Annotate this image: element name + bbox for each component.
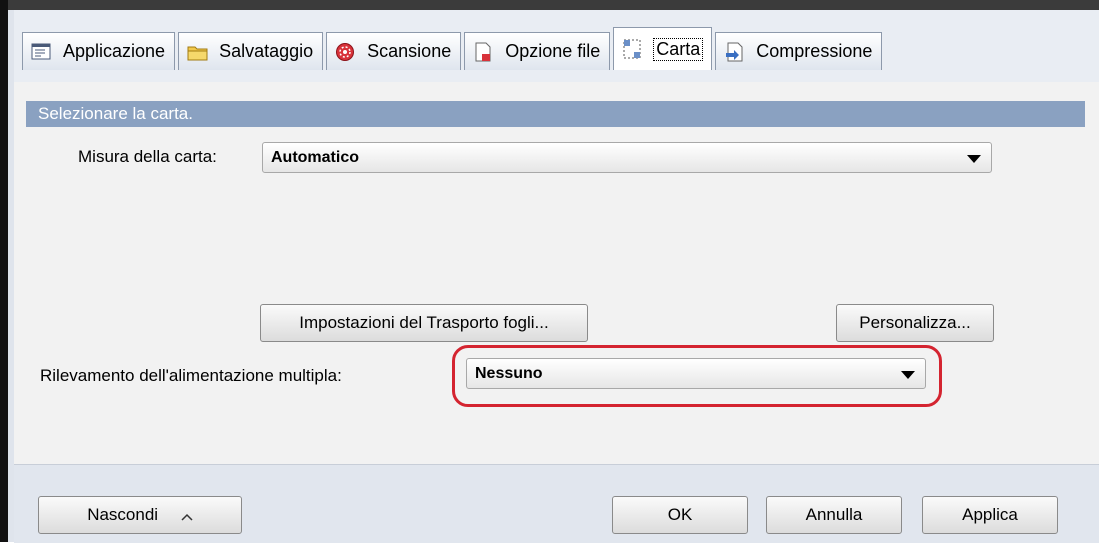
tab-opzione-file[interactable]: Opzione file [464,32,611,70]
window-frame-top [0,0,1099,10]
tab-bar: Applicazione Salvataggio Scansione Opzio… [22,27,885,70]
tab-applicazione[interactable]: Applicazione [22,32,176,70]
cancel-button[interactable]: Annulla [766,496,902,534]
customize-button[interactable]: Personalizza... [836,304,994,342]
paper-size-dropdown[interactable]: Automatico [262,142,992,173]
tab-label: Carta [653,37,704,61]
paper-size-value: Automatico [271,149,359,166]
application-icon [31,42,53,62]
paper-size-label: Misura della carta: [78,147,217,166]
tab-compressione[interactable]: Compressione [715,32,883,70]
ok-button[interactable]: OK [612,496,748,534]
hide-button-label: Nascondi [87,505,159,524]
scan-icon [335,42,357,62]
tab-scansione[interactable]: Scansione [326,32,462,70]
tab-salvataggio[interactable]: Salvataggio [178,32,324,70]
tab-label: Opzione file [505,41,601,61]
tab-label: Applicazione [63,41,166,61]
folder-icon [187,42,209,62]
compression-icon [724,42,746,62]
file-icon [473,42,495,62]
multifeed-label: Rilevamento dell'alimentazione multipla: [40,366,342,385]
hide-button[interactable]: Nascondi [38,496,242,534]
tab-carta[interactable]: Carta [613,27,713,70]
window-frame-left [0,0,8,542]
section-header: Selezionare la carta. [26,101,1085,127]
tab-label: Salvataggio [219,41,314,61]
tab-label: Scansione [367,41,452,61]
tab-label: Compressione [756,41,873,61]
dropdown-arrow-icon [967,155,981,163]
highlight-annotation [452,345,942,407]
paper-icon [622,39,644,59]
transport-settings-button[interactable]: Impostazioni del Trasporto fogli... [260,304,588,342]
chevron-up-icon [181,498,193,534]
apply-button[interactable]: Applica [922,496,1058,534]
